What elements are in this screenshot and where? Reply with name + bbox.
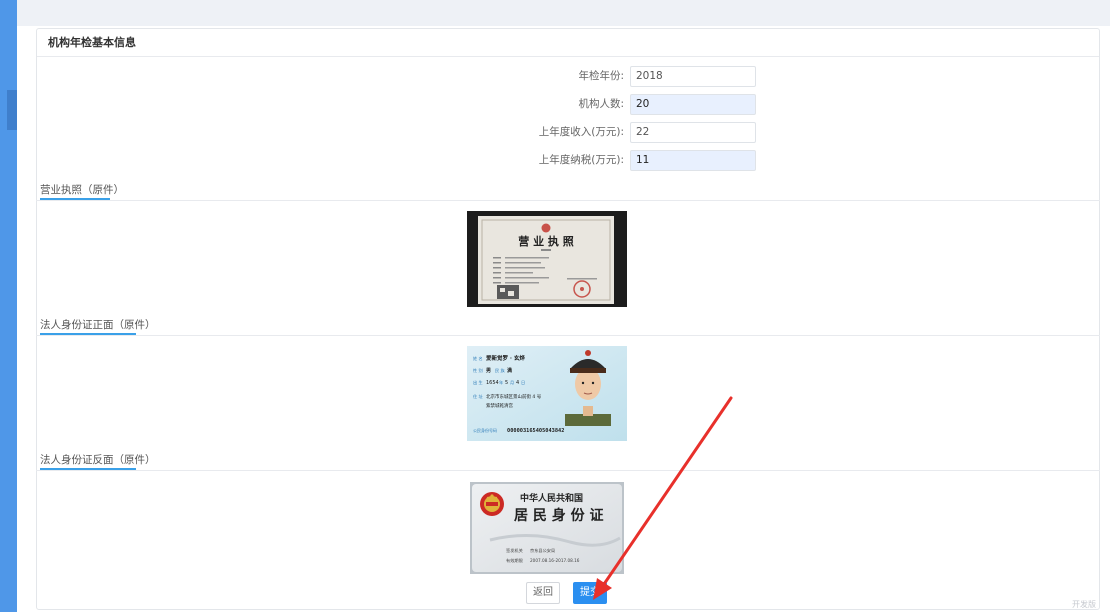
id-card-back-image[interactable]: 中华人民共和国 居 民 身 份 证 签发机关 京东县公安局 有效期限 2007.…: [470, 482, 624, 574]
id-birth-year: 1654: [486, 380, 499, 386]
top-strip: [17, 0, 1110, 26]
card-title: 机构年检基本信息: [37, 29, 1099, 57]
staff-count-label: 机构人数:: [578, 98, 624, 110]
id-card-front-image[interactable]: 姓 名 爱新觉罗 · 玄烨 性 别 男 民 族 满 出 生 1654 年 5 月…: [467, 346, 627, 441]
id-back-validity-label: 有效期限: [506, 557, 524, 564]
id-gender-label: 性 别: [473, 367, 483, 374]
id-back-authority: 京东县公安局: [530, 547, 555, 554]
business-license-image-svg: 营 业 执 照: [467, 211, 627, 307]
id-back-country: 中华人民共和国: [520, 492, 583, 504]
id-front-divider: [36, 335, 1100, 336]
sidebar-active-marker: [7, 90, 17, 130]
id-number: 000003165405043842: [507, 428, 564, 434]
id-back-card-name: 居 民 身 份 证: [514, 507, 604, 524]
back-button[interactable]: 返回: [526, 582, 560, 604]
id-card-back-image-svg: 中华人民共和国 居 民 身 份 证 签发机关 京东县公安局 有效期限 2007.…: [470, 482, 624, 574]
id-number-label: 公民身份号码: [473, 427, 497, 433]
national-emblem-icon: [480, 492, 504, 516]
business-license-heading: 营 业 执 照: [518, 234, 574, 248]
id-birth-year-unit: 年: [499, 379, 503, 386]
page: 机构年检基本信息 年检年份: 2018 机构人数: 20 上年度收入(万元): …: [0, 0, 1110, 612]
left-sidebar-bar: [0, 0, 17, 612]
last-year-income-label: 上年度收入(万元):: [538, 126, 624, 138]
id-address-line1: 北京市东城区景山前街 4 号: [486, 393, 542, 400]
last-year-income-input[interactable]: 22: [630, 122, 756, 143]
form-row-inspection-year: 年检年份: 2018: [410, 66, 760, 87]
id-address-label: 住 址: [473, 393, 484, 399]
submit-button[interactable]: 提交: [573, 582, 607, 604]
watermark: 开发版: [1072, 600, 1096, 609]
id-name: 爱新觉罗 · 玄烨: [486, 354, 525, 362]
id-birth-month: 5: [505, 380, 508, 386]
form-row-last-year-income: 上年度收入(万元): 22: [410, 122, 760, 143]
inspection-year-input[interactable]: 2018: [630, 66, 756, 87]
id-back-authority-label: 签发机关: [506, 547, 523, 554]
form-row-last-year-tax: 上年度纳税(万元): 11: [410, 150, 760, 171]
id-address-line2: 紫禁城乾清宫: [486, 402, 513, 409]
staff-count-input[interactable]: 20: [630, 94, 756, 115]
id-ethnicity-label: 民 族: [495, 367, 506, 374]
business-license-divider: [36, 200, 1100, 201]
id-back-divider: [36, 470, 1100, 471]
business-license-image[interactable]: 营 业 执 照: [467, 211, 627, 307]
id-gender: 男: [485, 367, 491, 374]
inspection-year-label: 年检年份:: [578, 70, 624, 82]
last-year-tax-input[interactable]: 11: [630, 150, 756, 171]
id-name-label: 姓 名: [473, 355, 483, 362]
id-ethnicity: 满: [506, 367, 512, 374]
id-back-validity: 2007.08.16-2017.08.16: [530, 558, 580, 563]
id-card-front-image-svg: 姓 名 爱新觉罗 · 玄烨 性 别 男 民 族 满 出 生 1654 年 5 月…: [467, 346, 627, 441]
form-row-staff-count: 机构人数: 20: [410, 94, 760, 115]
id-birth-label: 出 生: [473, 379, 483, 386]
id-birth-day: 4: [516, 380, 519, 386]
last-year-tax-label: 上年度纳税(万元):: [538, 154, 624, 166]
